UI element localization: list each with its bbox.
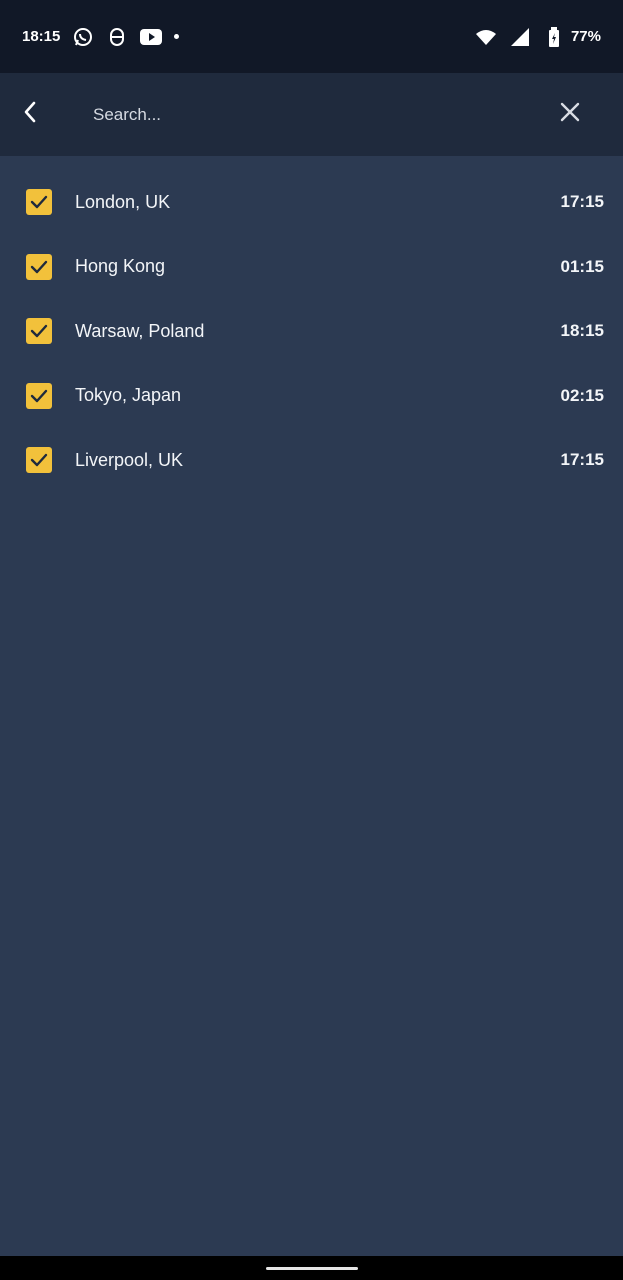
battery-percentage: 77% — [570, 28, 601, 45]
city-checkbox[interactable] — [26, 189, 52, 216]
list-item[interactable]: Tokyo, Japan 02:15 — [0, 364, 623, 429]
app-icon — [106, 26, 128, 48]
city-checkbox[interactable] — [26, 253, 52, 280]
navigation-bar — [0, 1256, 623, 1280]
search-input[interactable] — [60, 73, 535, 156]
checkmark-icon — [30, 454, 48, 467]
search-toolbar — [0, 73, 623, 156]
city-checkbox[interactable] — [26, 382, 52, 409]
notification-dot-icon — [174, 34, 180, 39]
back-button[interactable] — [0, 73, 60, 156]
wifi-icon — [475, 26, 497, 48]
signal-icon — [509, 26, 531, 48]
whatsapp-icon — [72, 26, 94, 48]
status-bar: 18:15 77% — [0, 0, 623, 73]
battery-icon — [543, 26, 565, 48]
status-time: 18:15 — [22, 28, 61, 45]
city-name: Warsaw, Poland — [75, 320, 205, 341]
list-item[interactable]: Warsaw, Poland 18:15 — [0, 299, 623, 364]
city-time: 17:15 — [560, 192, 604, 212]
city-name: Liverpool, UK — [75, 449, 184, 470]
status-left: 18:15 — [22, 26, 180, 48]
city-name: Tokyo, Japan — [75, 385, 182, 406]
city-time: 18:15 — [560, 321, 604, 341]
checkmark-icon — [30, 325, 48, 338]
city-time: 01:15 — [560, 256, 604, 276]
city-name: Hong Kong — [75, 256, 166, 277]
close-icon — [560, 102, 580, 127]
status-right: 77% — [475, 26, 601, 48]
city-list: London, UK 17:15 Hong Kong 01:15 Warsaw,… — [0, 170, 623, 493]
clear-search-button[interactable] — [535, 73, 623, 156]
list-item[interactable]: Hong Kong 01:15 — [0, 235, 623, 300]
chevron-left-icon — [22, 100, 38, 129]
city-time: 17:15 — [560, 450, 604, 470]
youtube-icon — [140, 26, 163, 48]
checkmark-icon — [30, 196, 48, 209]
city-checkbox[interactable] — [26, 447, 52, 474]
list-item[interactable]: London, UK 17:15 — [0, 170, 623, 235]
list-item[interactable]: Liverpool, UK 17:15 — [0, 428, 623, 493]
city-name: London, UK — [75, 191, 171, 212]
checkmark-icon — [30, 389, 48, 402]
city-time: 02:15 — [560, 385, 604, 405]
checkmark-icon — [30, 260, 48, 273]
home-indicator[interactable] — [265, 1266, 358, 1270]
city-checkbox[interactable] — [26, 318, 52, 345]
